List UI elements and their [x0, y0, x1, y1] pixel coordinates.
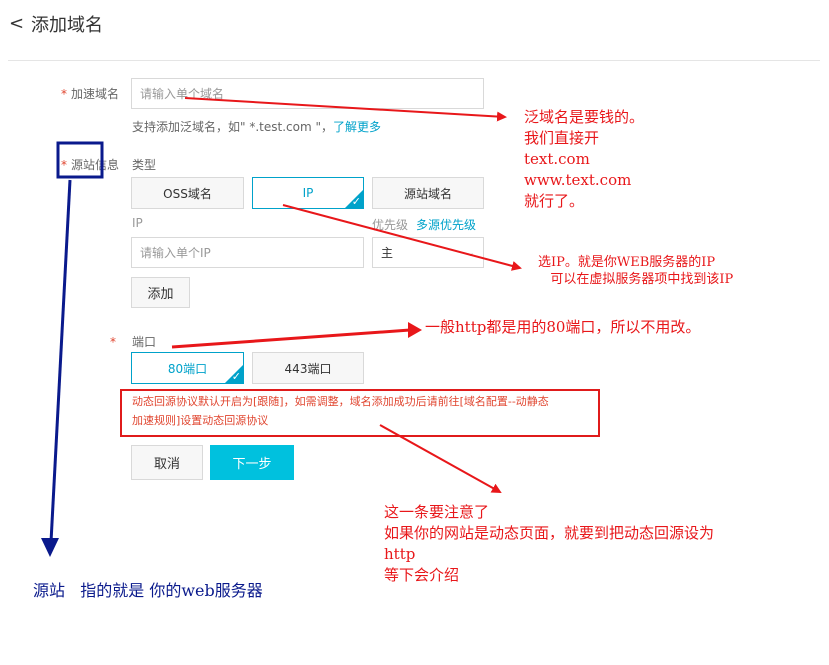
- ip-annotation: 选IP。就是你WEB服务器的IP 可以在虚拟服务器项中找到该IP: [538, 255, 734, 287]
- port-arrow-head: [408, 322, 422, 338]
- dynamic-annotation: 这一条要注意了 如果你的网站是动态页面，就要到把动态回源设为 http 等下会介…: [384, 503, 715, 584]
- wildcard-arrow: [184, 97, 507, 122]
- origin-annotation: 源站 指的就是 你的web服务器: [33, 581, 263, 600]
- ip-arrow: [282, 204, 522, 271]
- port-arrow-line: [171, 328, 411, 349]
- wildcard-annotation: 泛域名是要钱的。 我们直接开 text.com www.text.com 就行了…: [524, 108, 645, 210]
- notice-arrow: [379, 424, 502, 493]
- origin-arrow-line: [49, 179, 72, 543]
- origin-highlight-box: [56, 141, 104, 179]
- origin-arrow-head: [41, 538, 59, 557]
- port-annotation: 一般http都是用的80端口，所以不用改。: [425, 318, 701, 336]
